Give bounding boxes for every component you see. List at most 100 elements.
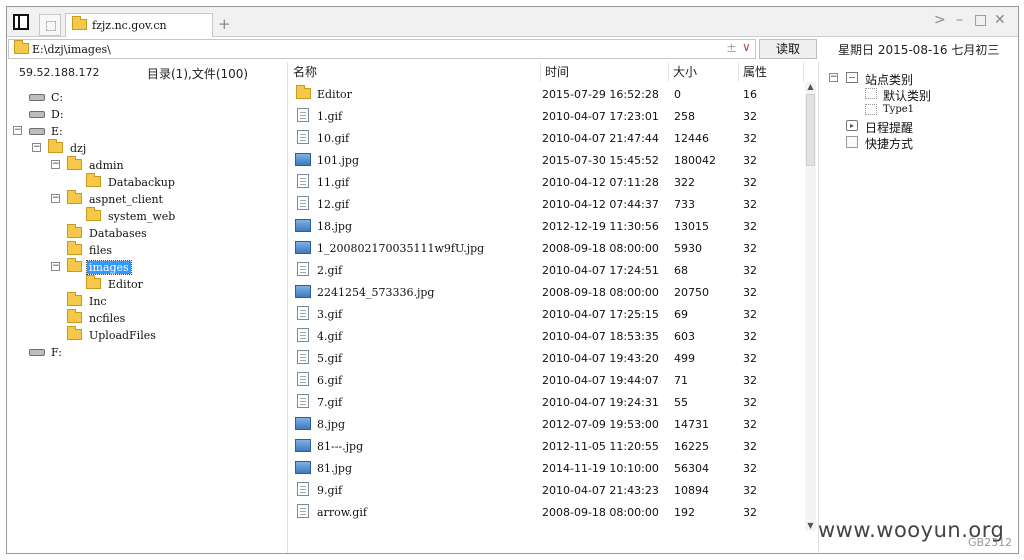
maximize-button[interactable]: □ <box>974 12 987 28</box>
address-input[interactable] <box>32 42 712 57</box>
file-row[interactable]: 8.jpg 2012-07-09 19:53:00 14731 32 <box>289 414 804 436</box>
category-icon <box>846 72 858 83</box>
gif-file-icon <box>297 482 309 496</box>
collapse-icon[interactable]: − <box>829 73 838 82</box>
scroll-down-icon[interactable]: ▼ <box>805 521 816 531</box>
drive-icon <box>29 349 45 356</box>
file-row[interactable]: 101.jpg 2015-07-30 15:45:52 180042 32 <box>289 150 804 172</box>
default-category-node[interactable]: 默认类别 <box>865 86 1005 103</box>
file-size: 603 <box>674 330 695 343</box>
tree-item-system-web[interactable]: system_web <box>70 207 300 225</box>
tree-item-databackup[interactable]: Databackup <box>70 173 300 191</box>
expand-toggle-icon[interactable]: − <box>32 143 41 152</box>
scroll-up-icon[interactable]: ▲ <box>805 82 816 92</box>
image-file-icon <box>295 461 311 474</box>
file-name: 101.jpg <box>317 154 359 167</box>
gif-file-icon <box>297 350 309 364</box>
tree-item-inc[interactable]: Inc <box>51 292 281 310</box>
folder-icon <box>86 207 101 221</box>
file-row[interactable]: 6.gif 2010-04-07 19:44:07 71 32 <box>289 370 804 392</box>
tab-active[interactable]: fzjz.nc.gov.cn <box>65 13 213 37</box>
file-row[interactable]: Editor 2015-07-29 16:52:28 0 16 <box>289 84 804 106</box>
file-attr: 32 <box>743 352 757 365</box>
tree-item-admin[interactable]: − admin <box>51 156 281 174</box>
tree-item-files[interactable]: files <box>51 241 281 259</box>
window-controls: > – □ ✕ <box>934 12 1018 32</box>
tree-item-label: system_web <box>108 210 176 223</box>
expand-toggle-icon[interactable]: − <box>51 194 60 203</box>
file-row[interactable]: 2241254_573336.jpg 2008-09-18 08:00:00 207… <box>289 282 804 304</box>
minimize-button[interactable]: – <box>956 12 963 28</box>
expand-toggle-icon[interactable]: − <box>13 126 22 135</box>
site-category-node[interactable]: − 站点类别 <box>829 70 1009 87</box>
column-header-attr[interactable]: 属性 <box>739 62 804 82</box>
address-row: ± ∨ 读取 星期日 2015-08-16 七月初三 <box>7 38 1018 61</box>
tree-item-c[interactable]: C: <box>13 89 243 106</box>
file-name: 18.jpg <box>317 220 352 233</box>
folder-icon <box>48 139 63 153</box>
file-row[interactable]: 3.gif 2010-04-07 17:25:15 69 32 <box>289 304 804 326</box>
file-row[interactable]: 7.gif 2010-04-07 19:24:31 55 32 <box>289 392 804 414</box>
file-row[interactable]: arrow.gif 2008-09-18 08:00:00 192 32 <box>289 502 804 524</box>
column-header-name[interactable]: 名称 <box>289 62 541 82</box>
folder-icon <box>67 156 82 170</box>
tree-item-ncfiles[interactable]: ncfiles <box>51 309 281 327</box>
vertical-scrollbar[interactable]: ▲ ▼ <box>805 82 816 531</box>
file-time: 2015-07-29 16:52:28 <box>542 88 659 101</box>
server-ip: 59.52.188.172 <box>19 66 100 79</box>
tree-item-uploadfiles[interactable]: UploadFiles <box>51 326 281 344</box>
panel-toggle-icon[interactable] <box>13 14 29 30</box>
sidebar-panel: − 站点类别 默认类别 Type1 ▸ 日程提醒 快捷方式 <box>818 62 1019 553</box>
file-time: 2010-04-12 07:44:37 <box>542 198 659 211</box>
file-row[interactable]: 1.gif 2010-04-07 17:23:01 258 32 <box>289 106 804 128</box>
file-row[interactable]: 81.jpg 2014-11-19 10:10:00 56304 32 <box>289 458 804 480</box>
tree-item-aspnet-client[interactable]: − aspnet_client <box>51 190 281 208</box>
file-row[interactable]: 4.gif 2010-04-07 18:53:35 603 32 <box>289 326 804 348</box>
column-header-size[interactable]: 大小 <box>669 62 739 82</box>
file-row[interactable]: 12.gif 2010-04-12 07:44:37 733 32 <box>289 194 804 216</box>
expand-toggle-icon[interactable]: − <box>51 160 60 169</box>
new-tab-button[interactable]: + <box>218 15 231 33</box>
expand-toggle-icon[interactable]: − <box>51 262 60 271</box>
file-row[interactable]: 11.gif 2010-04-12 07:11:28 322 32 <box>289 172 804 194</box>
address-clear-icon[interactable]: ± <box>726 41 737 56</box>
tree-item-e[interactable]: − E: <box>13 123 243 140</box>
file-row[interactable]: 10.gif 2010-04-07 21:47:44 12446 32 <box>289 128 804 150</box>
scroll-thumb[interactable] <box>806 94 815 166</box>
address-dropdown-icon[interactable]: ∨ <box>742 40 751 54</box>
shortcuts-node[interactable]: 快捷方式 <box>829 134 1009 151</box>
close-button[interactable]: ✕ <box>994 12 1006 28</box>
watermark: www.wooyun.org <box>818 518 1005 542</box>
file-size: 71 <box>674 374 688 387</box>
file-attr: 32 <box>743 374 757 387</box>
file-row[interactable]: 18.jpg 2012-12-19 11:30:56 13015 32 <box>289 216 804 238</box>
tree-item-dzj[interactable]: − dzj <box>32 139 262 157</box>
file-size: 16225 <box>674 440 709 453</box>
forward-icon[interactable]: > <box>934 12 946 28</box>
file-size: 55 <box>674 396 688 409</box>
tree-item-f[interactable]: F: <box>13 344 243 361</box>
folder-icon <box>67 241 82 255</box>
type1-node[interactable]: Type1 <box>865 102 1005 118</box>
blank-tab[interactable] <box>39 14 61 36</box>
read-button[interactable]: 读取 <box>759 39 817 59</box>
file-name: 9.gif <box>317 484 343 497</box>
tree-item-d[interactable]: D: <box>13 106 243 123</box>
file-time: 2012-07-09 19:53:00 <box>542 418 659 431</box>
file-row[interactable]: 81---.jpg 2012-11-05 11:20:55 16225 32 <box>289 436 804 458</box>
image-file-icon <box>295 439 311 452</box>
file-row[interactable]: 5.gif 2010-04-07 19:43:20 499 32 <box>289 348 804 370</box>
tree-item-editor[interactable]: Editor <box>70 275 300 293</box>
file-time: 2014-11-19 10:10:00 <box>542 462 659 475</box>
tree-item-databases[interactable]: Databases <box>51 224 281 242</box>
file-time: 2008-09-18 08:00:00 <box>542 242 659 255</box>
tree-item-images[interactable]: − images <box>51 258 281 276</box>
file-row[interactable]: 2.gif 2010-04-07 17:24:51 68 32 <box>289 260 804 282</box>
category-item-icon <box>865 104 877 115</box>
file-row[interactable]: 1_200802170035111w9fU.jpg 2008-09-18 08:0… <box>289 238 804 260</box>
reminder-node[interactable]: ▸ 日程提醒 <box>829 118 1009 135</box>
file-size: 322 <box>674 176 695 189</box>
image-file-icon <box>295 417 311 430</box>
column-header-time[interactable]: 时间 <box>541 62 669 82</box>
file-row[interactable]: 9.gif 2010-04-07 21:43:23 10894 32 <box>289 480 804 502</box>
